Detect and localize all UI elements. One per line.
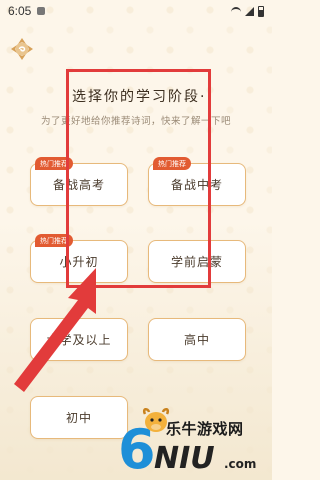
option-middle-school[interactable]: 初中 xyxy=(30,396,128,439)
signal-icon xyxy=(245,6,254,16)
hot-badge: 热门推荐 xyxy=(35,157,73,170)
option-label: 初中 xyxy=(65,411,92,425)
status-time: 6:05 xyxy=(8,4,32,18)
option-label: 高中 xyxy=(183,333,210,347)
wifi-icon xyxy=(231,7,241,15)
option-gaokao[interactable]: 热门推荐 备战高考 xyxy=(30,157,128,206)
page-subtitle: 为了更好地给你推荐诗词，快来了解一下吧 xyxy=(40,116,231,127)
option-zhongkao[interactable]: 热门推荐 备战中考 xyxy=(148,157,246,206)
option-preschool[interactable]: 学前启蒙 xyxy=(148,240,246,283)
hot-badge: 热门推荐 xyxy=(35,234,73,247)
option-high-school[interactable]: 高中 xyxy=(148,318,246,361)
app-logo-icon[interactable] xyxy=(9,36,35,62)
status-right xyxy=(231,5,264,17)
option-label: 小升初 xyxy=(59,255,99,269)
watermark-logo-icon: 6 NIU .com xyxy=(118,408,256,480)
notification-icon xyxy=(37,7,46,15)
svg-text:NIU: NIU xyxy=(154,441,215,476)
status-left: 6:05 xyxy=(8,4,46,18)
watermark: 6 NIU .com 乐牛游戏网 xyxy=(116,402,272,480)
option-label: 备战高考 xyxy=(52,178,105,192)
hot-badge: 热门推荐 xyxy=(153,157,191,170)
battery-icon xyxy=(258,5,264,17)
option-label: 大学及以上 xyxy=(46,333,112,347)
svg-text:.com: .com xyxy=(224,457,256,471)
option-university[interactable]: 大学及以上 xyxy=(30,318,128,361)
option-xiaoshengchu[interactable]: 热门推荐 小升初 xyxy=(30,234,128,283)
option-label: 备战中考 xyxy=(170,178,223,192)
option-label: 学前启蒙 xyxy=(170,255,223,269)
watermark-text: 乐牛游戏网 xyxy=(166,420,244,438)
page-title: ·选择你的学习阶段· xyxy=(65,89,207,105)
status-bar: 6:05 xyxy=(0,0,272,22)
